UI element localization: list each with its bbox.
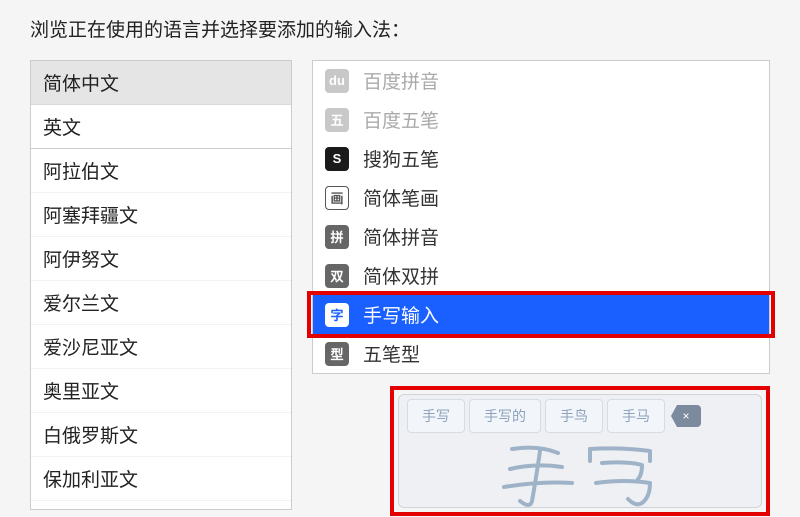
candidate-item[interactable]: 手马	[607, 399, 665, 433]
language-item[interactable]: 英文	[31, 105, 291, 149]
page-title: 浏览正在使用的语言并选择要添加的输入法：	[30, 10, 770, 42]
handwriting-canvas[interactable]	[399, 437, 761, 509]
ime-label: 简体拼音	[363, 223, 439, 250]
language-item[interactable]: 爱沙尼亚文	[31, 325, 291, 369]
language-item[interactable]: 简体中文	[31, 61, 291, 105]
ime-label: 五笔型	[363, 340, 420, 367]
ime-item[interactable]: S 搜狗五笔	[313, 139, 769, 178]
ime-icon: du	[325, 69, 349, 93]
handwritten-strokes-icon	[490, 439, 670, 509]
ime-panel: du百度拼音五百度五笔S搜狗五笔画简体笔画拼简体拼音双简体双拼字手写输入型五笔型…	[312, 60, 770, 516]
ime-label: 简体笔画	[363, 184, 439, 211]
backspace-icon[interactable]: ×	[671, 405, 701, 427]
ime-label: 搜狗五笔	[363, 145, 439, 172]
ime-label: 百度五笔	[363, 106, 439, 133]
handwriting-preview-highlight: 手写手写的手鸟手马 ×	[390, 386, 770, 516]
language-item[interactable]: 阿拉伯文	[31, 149, 291, 193]
language-item[interactable]: 阿塞拜疆文	[31, 193, 291, 237]
language-list[interactable]: 简体中文英文阿拉伯文阿塞拜疆文阿伊努文爱尔兰文爱沙尼亚文奥里亚文白俄罗斯文保加利…	[30, 60, 292, 510]
handwriting-preview: 手写手写的手鸟手马 ×	[398, 394, 762, 508]
ime-item[interactable]: du 百度拼音	[313, 61, 769, 100]
language-item[interactable]: 奥里亚文	[31, 369, 291, 413]
ime-icon: 双	[325, 264, 349, 288]
language-item[interactable]: 北方萨米文	[31, 501, 291, 510]
ime-item[interactable]: 型五笔型	[313, 334, 769, 373]
language-item[interactable]: 阿伊努文	[31, 237, 291, 281]
candidate-item[interactable]: 手鸟	[545, 399, 603, 433]
ime-item[interactable]: 五百度五笔	[313, 100, 769, 139]
ime-list[interactable]: du百度拼音五百度五笔S搜狗五笔画简体笔画拼简体拼音双简体双拼字手写输入型五笔型	[312, 60, 770, 374]
ime-item[interactable]: 画简体笔画	[313, 178, 769, 217]
ime-icon: 字	[325, 303, 349, 327]
ime-icon: 型	[325, 342, 349, 366]
ime-icon: 画	[325, 186, 349, 210]
columns: 简体中文英文阿拉伯文阿塞拜疆文阿伊努文爱尔兰文爱沙尼亚文奥里亚文白俄罗斯文保加利…	[30, 60, 770, 516]
candidate-item[interactable]: 手写的	[469, 399, 541, 433]
ime-item[interactable]: 拼简体拼音	[313, 217, 769, 256]
ime-icon: 拼	[325, 225, 349, 249]
ime-label: 百度拼音	[363, 67, 439, 94]
ime-label: 手写输入	[363, 301, 439, 328]
candidate-bar: 手写手写的手鸟手马 ×	[399, 395, 761, 437]
ime-icon: 五	[325, 108, 349, 132]
language-item[interactable]: 白俄罗斯文	[31, 413, 291, 457]
language-item[interactable]: 保加利亚文	[31, 457, 291, 501]
candidate-item[interactable]: 手写	[407, 399, 465, 433]
ime-item[interactable]: 字手写输入	[313, 295, 769, 334]
language-item[interactable]: 爱尔兰文	[31, 281, 291, 325]
ime-icon: S	[325, 147, 349, 171]
ime-label: 简体双拼	[363, 262, 439, 289]
ime-item[interactable]: 双简体双拼	[313, 256, 769, 295]
